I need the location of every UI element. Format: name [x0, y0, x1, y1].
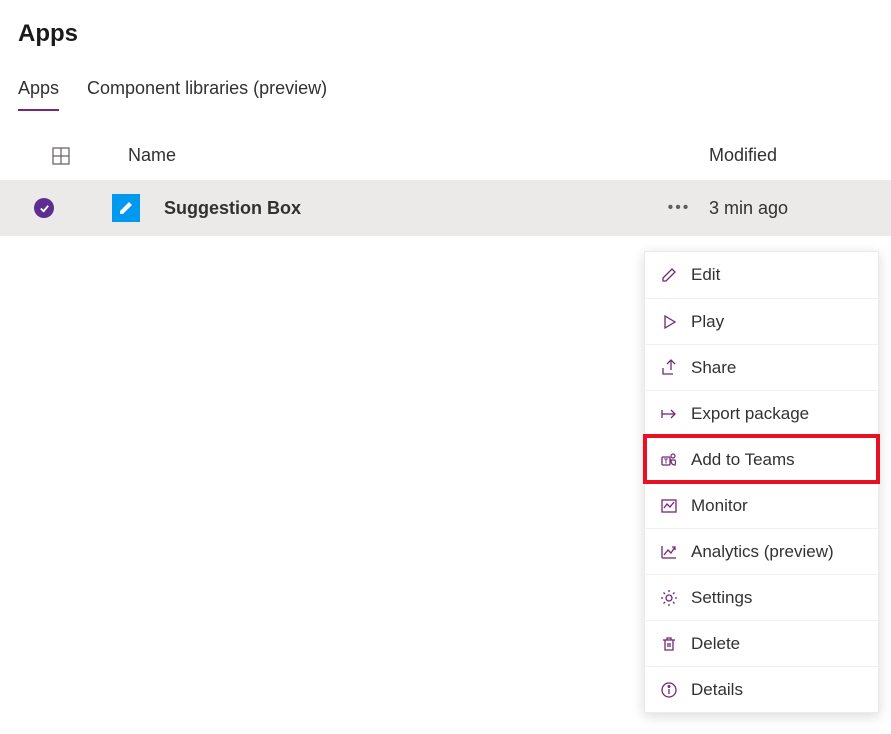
column-header-modified[interactable]: Modified [709, 145, 891, 166]
menu-item-label: Edit [691, 265, 720, 285]
tab-apps[interactable]: Apps [18, 78, 59, 111]
page-title: Apps [0, 0, 891, 48]
modified-cell: 3 min ago [709, 198, 891, 219]
tab-component-libraries[interactable]: Component libraries (preview) [87, 78, 327, 111]
menu-item-export[interactable]: Export package [645, 390, 878, 436]
menu-item-delete[interactable]: Delete [645, 620, 878, 666]
menu-item-settings[interactable]: Settings [645, 574, 878, 620]
menu-item-monitor[interactable]: Monitor [645, 482, 878, 528]
app-name-cell[interactable]: Suggestion Box [164, 198, 649, 219]
menu-item-label: Add to Teams [691, 450, 795, 470]
menu-item-label: Export package [691, 404, 809, 424]
menu-item-label: Settings [691, 588, 752, 608]
menu-item-play[interactable]: Play [645, 298, 878, 344]
menu-item-label: Play [691, 312, 724, 332]
trash-icon [659, 634, 679, 654]
context-menu: Edit Play Share Export package [644, 251, 879, 713]
pencil-icon [659, 265, 679, 285]
menu-item-analytics[interactable]: Analytics (preview) [645, 528, 878, 574]
menu-item-add-to-teams[interactable]: T Add to Teams [645, 436, 878, 482]
analytics-icon [659, 542, 679, 562]
menu-item-label: Analytics (preview) [691, 542, 834, 562]
gear-icon [659, 588, 679, 608]
menu-item-label: Share [691, 358, 736, 378]
share-icon [659, 358, 679, 378]
grid-icon [52, 147, 70, 165]
tabs-bar: Apps Component libraries (preview) [0, 48, 891, 111]
menu-item-share[interactable]: Share [645, 344, 878, 390]
teams-icon: T [659, 450, 679, 470]
table-row[interactable]: Suggestion Box ••• 3 min ago [0, 180, 891, 236]
app-icon [112, 194, 140, 222]
play-icon [659, 312, 679, 332]
info-icon [659, 680, 679, 700]
menu-item-label: Monitor [691, 496, 748, 516]
menu-item-label: Details [691, 680, 743, 700]
checkmark-selected-icon[interactable] [34, 198, 54, 218]
more-actions-button[interactable]: ••• [649, 199, 709, 217]
export-icon [659, 404, 679, 424]
monitor-icon [659, 496, 679, 516]
table-header: Name Modified [0, 111, 891, 180]
menu-item-details[interactable]: Details [645, 666, 878, 712]
menu-item-edit[interactable]: Edit [645, 252, 878, 298]
menu-item-label: Delete [691, 634, 740, 654]
svg-text:T: T [664, 458, 669, 465]
column-header-name[interactable]: Name [88, 145, 649, 166]
